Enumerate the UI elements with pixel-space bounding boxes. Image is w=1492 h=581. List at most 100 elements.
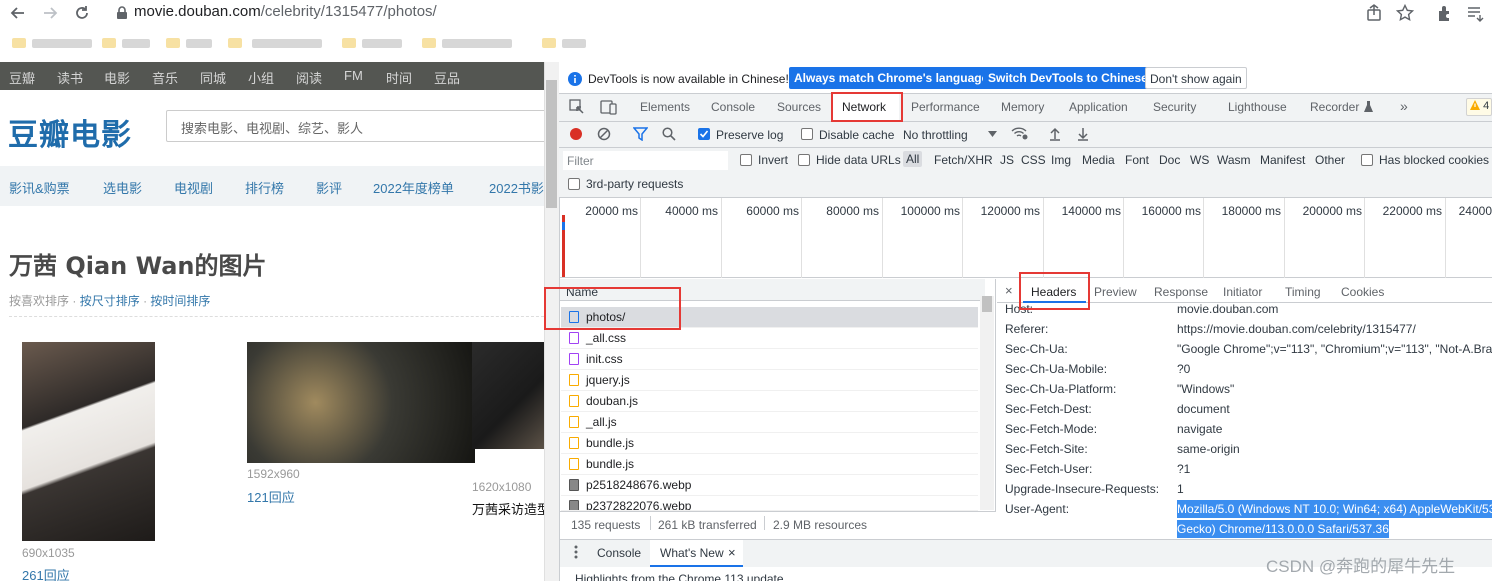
request-row[interactable]: jquery.js xyxy=(561,370,978,391)
page-scrollbar-thumb[interactable] xyxy=(546,80,557,208)
tab-security[interactable]: Security xyxy=(1153,100,1196,114)
tab-timing[interactable]: Timing xyxy=(1285,285,1321,299)
filter-type-manifest[interactable]: Manifest xyxy=(1260,153,1305,167)
share-icon[interactable] xyxy=(1365,4,1383,22)
disable-cache-checkbox[interactable] xyxy=(801,128,813,140)
gnav-item[interactable]: 读书 xyxy=(57,68,83,87)
dont-show-again-button[interactable]: Don't show again xyxy=(1145,67,1247,89)
request-row[interactable]: _all.css xyxy=(561,328,978,349)
third-party-checkbox[interactable] xyxy=(568,178,580,190)
always-match-language-button[interactable]: Always match Chrome's language xyxy=(789,67,994,89)
filter-input[interactable]: Filter xyxy=(563,151,728,170)
filter-type-js[interactable]: JS xyxy=(1000,153,1014,167)
switch-to-chinese-button[interactable]: Switch DevTools to Chinese xyxy=(983,67,1153,89)
close-detail-icon[interactable]: × xyxy=(1005,283,1013,298)
subnav-item[interactable]: 电视剧 xyxy=(174,178,213,197)
tab-sources[interactable]: Sources xyxy=(777,100,821,114)
tab-response[interactable]: Response xyxy=(1154,285,1208,299)
gnav-item[interactable]: 电影 xyxy=(104,68,130,87)
export-har-icon[interactable] xyxy=(1077,127,1089,141)
request-row[interactable]: p2372822076.webp xyxy=(561,496,978,511)
invert-checkbox[interactable] xyxy=(740,154,752,166)
drawer-tab-console[interactable]: Console xyxy=(597,546,641,560)
clear-icon[interactable] xyxy=(597,127,611,141)
tab-recorder[interactable]: Recorder xyxy=(1310,100,1359,114)
throttling-select[interactable]: No throttling xyxy=(903,128,968,142)
douban-movie-logo[interactable]: 豆瓣电影 xyxy=(8,110,132,154)
record-icon[interactable] xyxy=(569,127,583,141)
tab-memory[interactable]: Memory xyxy=(1001,100,1044,114)
photo-thumbnail[interactable] xyxy=(247,342,475,463)
gnav-item[interactable]: 豆瓣 xyxy=(9,68,35,87)
preserve-log-checkbox[interactable] xyxy=(698,128,710,140)
filter-icon[interactable] xyxy=(633,127,648,141)
gnav-item[interactable]: 同城 xyxy=(200,68,226,87)
warning-badge[interactable]: 4 xyxy=(1466,98,1492,116)
filter-type-media[interactable]: Media xyxy=(1082,153,1115,167)
hide-data-urls-checkbox[interactable] xyxy=(798,154,810,166)
drawer-menu-icon[interactable] xyxy=(574,545,578,559)
subnav-item[interactable]: 2022书影 xyxy=(489,178,544,197)
request-row[interactable]: p2518248676.webp xyxy=(561,475,978,496)
tab-lighthouse[interactable]: Lighthouse xyxy=(1228,100,1287,114)
tab-performance[interactable]: Performance xyxy=(911,100,980,114)
request-row[interactable]: bundle.js xyxy=(561,454,978,475)
tab-initiator[interactable]: Initiator xyxy=(1223,285,1262,299)
has-blocked-cookies-checkbox[interactable] xyxy=(1361,154,1373,166)
tab-network[interactable]: Network xyxy=(842,100,886,114)
more-tabs-icon[interactable]: » xyxy=(1400,98,1408,114)
request-list-scrollbar-thumb[interactable] xyxy=(982,296,992,312)
gnav-item[interactable]: 小组 xyxy=(248,68,274,87)
request-row[interactable]: bundle.js xyxy=(561,433,978,454)
filter-type-css[interactable]: CSS xyxy=(1021,153,1046,167)
filter-type-doc[interactable]: Doc xyxy=(1159,153,1180,167)
extensions-icon[interactable] xyxy=(1436,4,1454,22)
name-column-header[interactable]: Name xyxy=(560,279,985,301)
device-toolbar-icon[interactable] xyxy=(600,98,618,116)
photo-replies-link[interactable]: 261回应 xyxy=(22,565,70,581)
chevron-down-icon[interactable] xyxy=(988,130,997,138)
tab-application[interactable]: Application xyxy=(1069,100,1128,114)
gnav-item[interactable]: FM xyxy=(344,68,363,83)
sort-by-time-link[interactable]: 按时间排序 xyxy=(150,294,210,308)
filter-type-all[interactable]: All xyxy=(903,151,923,167)
filter-type-wasm[interactable]: Wasm xyxy=(1217,153,1251,167)
tab-preview[interactable]: Preview xyxy=(1094,285,1137,299)
gnav-item[interactable]: 豆品 xyxy=(434,68,460,87)
gnav-item[interactable]: 音乐 xyxy=(152,68,178,87)
sort-by-size-link[interactable]: 按尺寸排序 xyxy=(80,294,140,308)
filter-type-ws[interactable]: WS xyxy=(1190,153,1209,167)
import-har-icon[interactable] xyxy=(1049,127,1061,141)
lock-icon[interactable] xyxy=(116,6,128,20)
photo-thumbnail[interactable] xyxy=(472,342,544,449)
subnav-item[interactable]: 排行榜 xyxy=(245,178,284,197)
request-list-scrollbar[interactable] xyxy=(980,296,994,510)
subnav-item[interactable]: 2022年度榜单 xyxy=(373,178,454,197)
network-conditions-icon[interactable] xyxy=(1011,126,1029,140)
tab-headers[interactable]: Headers xyxy=(1031,285,1076,299)
tab-elements[interactable]: Elements xyxy=(640,100,690,114)
filter-type-font[interactable]: Font xyxy=(1125,153,1149,167)
bookmark-star-icon[interactable] xyxy=(1396,4,1414,22)
subnav-item[interactable]: 影讯&购票 xyxy=(9,178,70,197)
subnav-item[interactable]: 影评 xyxy=(316,178,342,197)
close-drawer-tab-icon[interactable]: × xyxy=(728,545,736,560)
request-row[interactable]: douban.js xyxy=(561,391,978,412)
drawer-tab-whats-new[interactable]: What's New xyxy=(660,546,724,560)
search-icon[interactable] xyxy=(662,127,676,141)
reading-list-icon[interactable] xyxy=(1466,4,1486,22)
tab-cookies[interactable]: Cookies xyxy=(1341,285,1384,299)
request-row[interactable]: photos/ xyxy=(561,307,978,328)
photo-replies-link[interactable]: 121回应 xyxy=(247,487,295,506)
request-row[interactable]: _all.js xyxy=(561,412,978,433)
request-row[interactable]: init.css xyxy=(561,349,978,370)
photo-thumbnail[interactable] xyxy=(22,342,155,541)
gnav-item[interactable]: 时间 xyxy=(386,68,412,87)
filter-type-img[interactable]: Img xyxy=(1051,153,1071,167)
filter-type-other[interactable]: Other xyxy=(1315,153,1345,167)
reload-icon[interactable] xyxy=(72,3,92,23)
address-bar[interactable]: movie.douban.com/celebrity/1315477/photo… xyxy=(134,3,437,20)
subnav-item[interactable]: 选电影 xyxy=(103,178,142,197)
back-icon[interactable] xyxy=(8,3,28,23)
search-input[interactable]: 搜索电影、电视剧、综艺、影人 xyxy=(166,110,544,142)
